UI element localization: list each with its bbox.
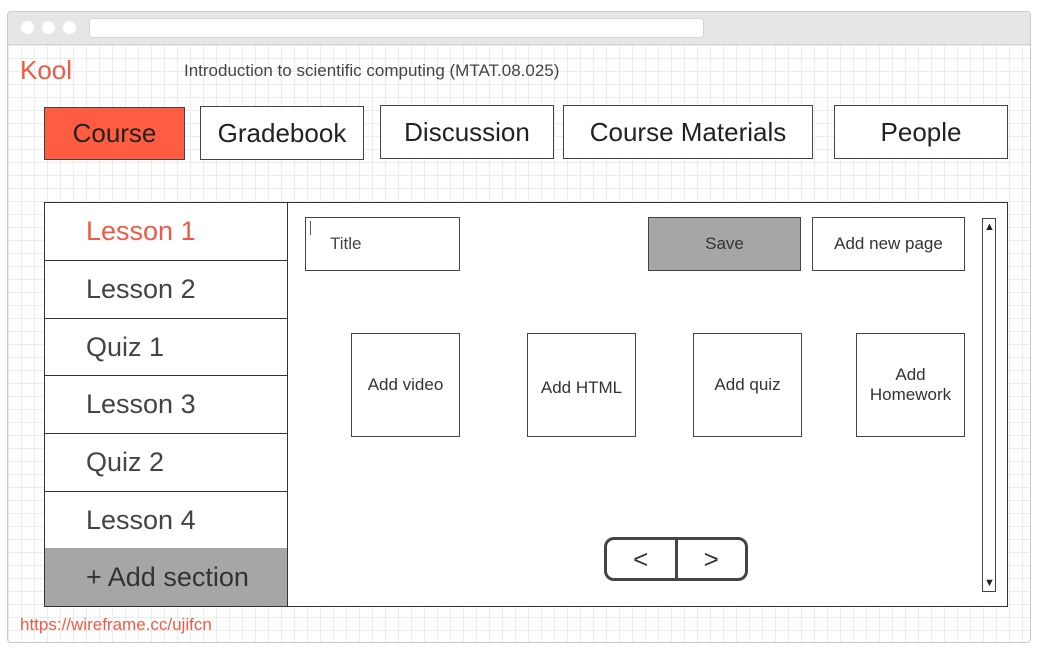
tab-course[interactable]: Course [44, 107, 185, 160]
previous-page-button[interactable]: < [607, 540, 675, 578]
address-bar[interactable] [89, 18, 704, 38]
page-title-input[interactable] [305, 217, 460, 271]
window-close-dot[interactable] [21, 21, 34, 34]
page-canvas: Kool Introduction to scientific computin… [8, 45, 1030, 642]
window-minimize-dot[interactable] [42, 21, 55, 34]
tab-people[interactable]: People [834, 105, 1008, 159]
pagination-control: < > [604, 537, 748, 581]
browser-titlebar [8, 12, 1030, 45]
tab-course-materials[interactable]: Course Materials [563, 105, 813, 159]
sidebar-item-lesson-1[interactable]: Lesson 1 [45, 203, 287, 261]
add-html-button[interactable]: Add HTML [527, 333, 636, 437]
tab-gradebook[interactable]: Gradebook [200, 106, 364, 160]
text-cursor [310, 221, 311, 235]
sidebar-item-quiz-1[interactable]: Quiz 1 [45, 319, 287, 376]
wireframe-link[interactable]: https://wireframe.cc/ujifcn [20, 615, 212, 635]
add-quiz-button[interactable]: Add quiz [693, 333, 802, 437]
window-maximize-dot[interactable] [63, 21, 76, 34]
scroll-up-icon[interactable]: ▲ [984, 221, 995, 233]
tab-discussion[interactable]: Discussion [380, 105, 554, 159]
scroll-down-icon[interactable]: ▼ [984, 577, 995, 589]
sidebar-item-lesson-3[interactable]: Lesson 3 [45, 376, 287, 434]
add-homework-button[interactable]: Add Homework [856, 333, 965, 437]
next-page-button[interactable]: > [678, 540, 746, 578]
sidebar-item-lesson-4[interactable]: Lesson 4 [45, 492, 287, 549]
save-button[interactable]: Save [648, 217, 801, 271]
course-editor-panel: Lesson 1 Lesson 2 Quiz 1 Lesson 3 Quiz 2… [44, 202, 1008, 607]
add-section-button[interactable]: + Add section [45, 548, 287, 606]
sidebar-item-quiz-2[interactable]: Quiz 2 [45, 434, 287, 492]
add-new-page-button[interactable]: Add new page [812, 217, 965, 271]
vertical-scrollbar[interactable]: ▲ ▼ [982, 218, 996, 592]
sidebar-item-lesson-2[interactable]: Lesson 2 [45, 261, 287, 319]
browser-window: Kool Introduction to scientific computin… [7, 11, 1031, 643]
add-video-button[interactable]: Add video [351, 333, 460, 437]
lesson-sidebar: Lesson 1 Lesson 2 Quiz 1 Lesson 3 Quiz 2… [45, 203, 288, 606]
app-logo[interactable]: Kool [20, 55, 72, 86]
course-title: Introduction to scientific computing (MT… [184, 61, 560, 80]
